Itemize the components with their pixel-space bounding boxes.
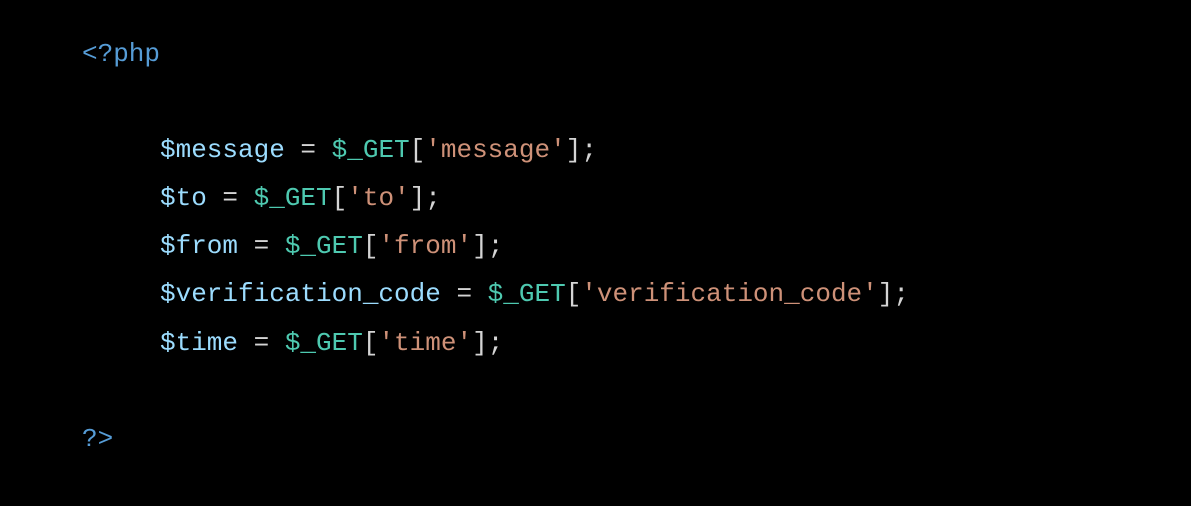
semicolon: ; xyxy=(488,231,504,261)
variable-verification-code: $verification_code xyxy=(160,279,441,309)
variable-from: $from xyxy=(160,231,238,261)
semicolon: ; xyxy=(488,328,504,358)
semicolon: ; xyxy=(581,135,597,165)
open-bracket: [ xyxy=(566,279,582,309)
open-bracket: [ xyxy=(410,135,426,165)
variable-message: $message xyxy=(160,135,285,165)
close-bracket: ] xyxy=(566,135,582,165)
string-literal: 'to' xyxy=(347,183,409,213)
semicolon: ; xyxy=(425,183,441,213)
assign-op: = xyxy=(207,183,254,213)
close-bracket: ] xyxy=(878,279,894,309)
string-literal: 'verification_code' xyxy=(581,279,877,309)
open-bracket: [ xyxy=(332,183,348,213)
variable-to: $to xyxy=(160,183,207,213)
variable-time: $time xyxy=(160,328,238,358)
assign-op: = xyxy=(238,328,285,358)
php-open-tag: <?php xyxy=(82,39,160,69)
close-bracket: ] xyxy=(472,231,488,261)
assign-op: = xyxy=(285,135,332,165)
assign-op: = xyxy=(238,231,285,261)
code-block: <?php $message = $_GET['message']; $to =… xyxy=(82,30,1191,463)
string-literal: 'time' xyxy=(378,328,472,358)
open-bracket: [ xyxy=(363,231,379,261)
superglobal-get: $_GET xyxy=(285,328,363,358)
close-bracket: ] xyxy=(472,328,488,358)
assign-op: = xyxy=(441,279,488,309)
superglobal-get: $_GET xyxy=(285,231,363,261)
superglobal-get: $_GET xyxy=(332,135,410,165)
superglobal-get: $_GET xyxy=(254,183,332,213)
semicolon: ; xyxy=(893,279,909,309)
superglobal-get: $_GET xyxy=(488,279,566,309)
close-bracket: ] xyxy=(410,183,426,213)
string-literal: 'from' xyxy=(378,231,472,261)
php-close-tag: ?> xyxy=(82,424,113,454)
string-literal: 'message' xyxy=(425,135,565,165)
open-bracket: [ xyxy=(363,328,379,358)
